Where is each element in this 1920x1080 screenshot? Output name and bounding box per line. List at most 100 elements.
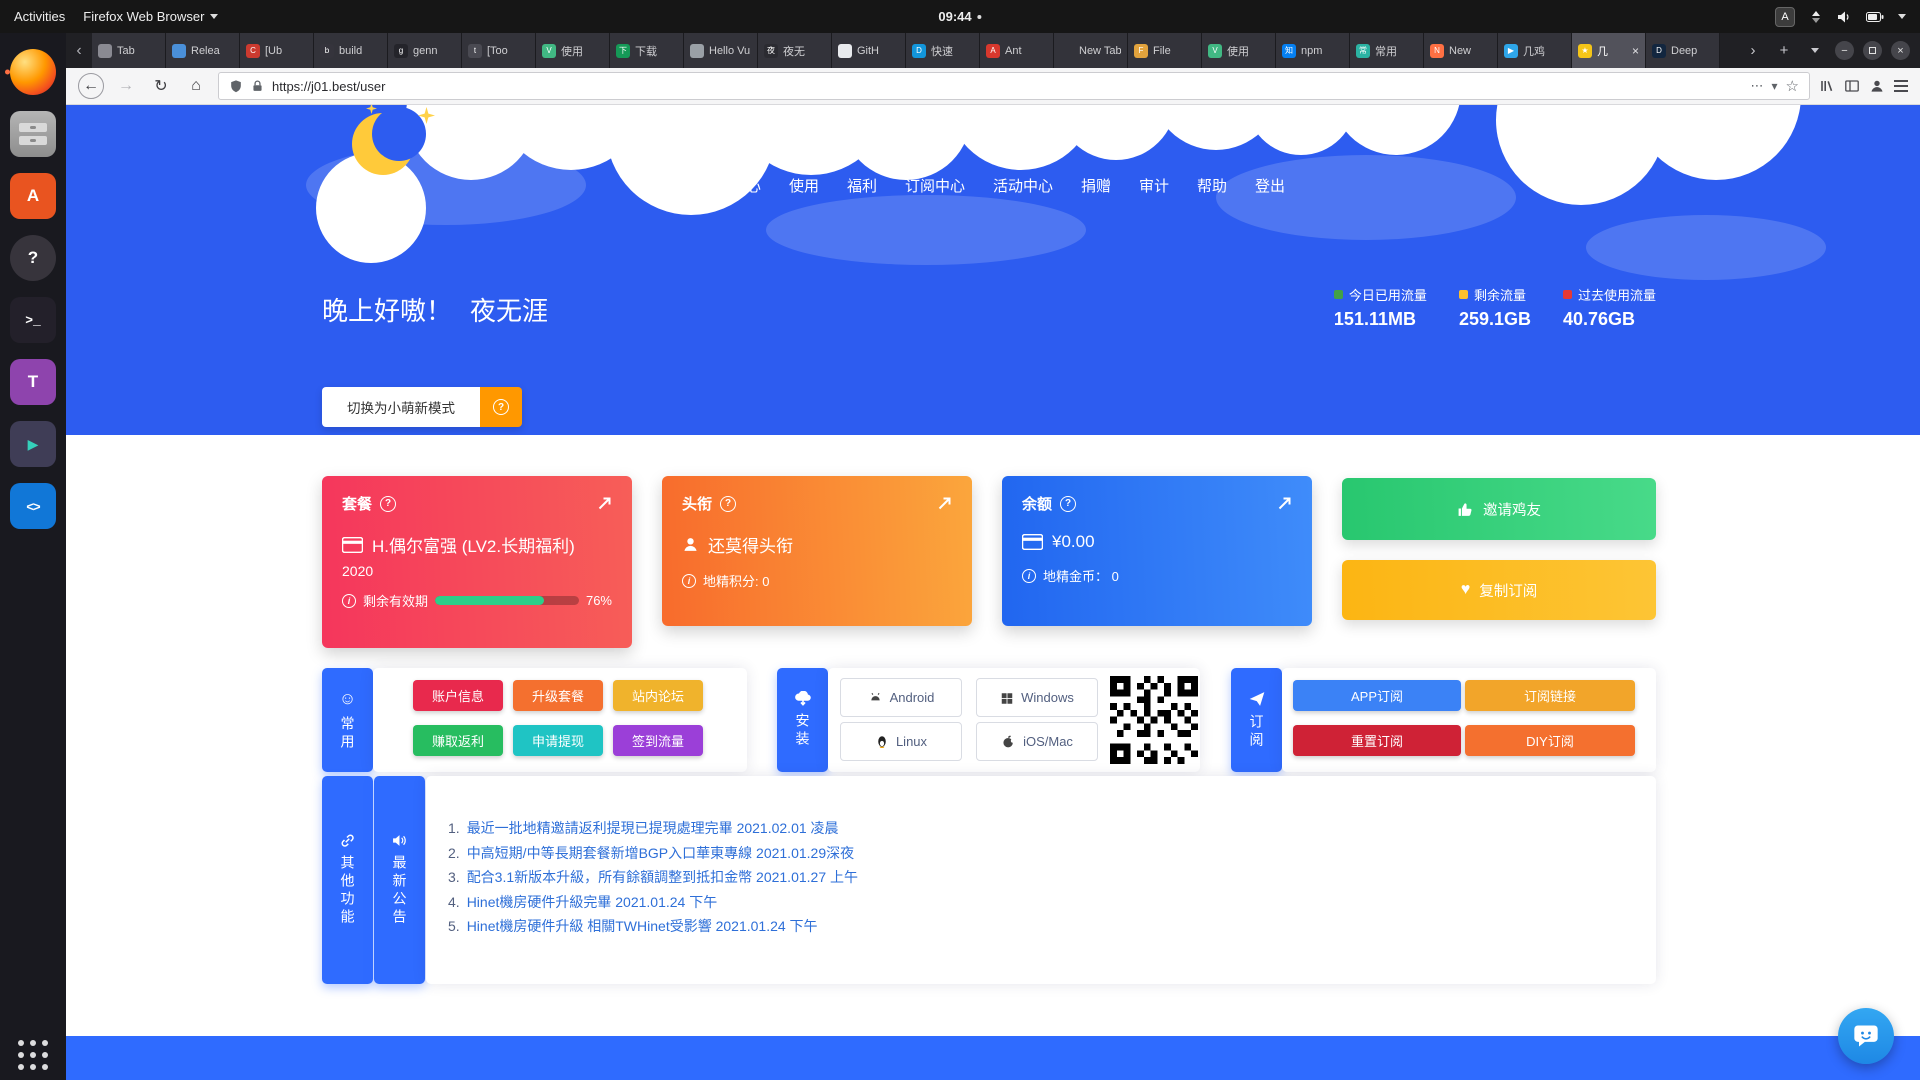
browser-tab[interactable]: t[Too <box>462 33 536 68</box>
withdraw-button[interactable]: 申请提现 <box>513 725 603 756</box>
browser-tab[interactable]: 下下载 <box>610 33 684 68</box>
scroll-tabs-left-icon[interactable]: ‹ <box>66 33 92 68</box>
browser-tab[interactable]: 常常用 <box>1350 33 1424 68</box>
invite-button[interactable]: 邀请鸡友 <box>1342 478 1656 540</box>
home-button[interactable]: ⌂ <box>183 73 209 99</box>
sidebar-icon[interactable] <box>1844 78 1860 94</box>
browser-tab-active[interactable]: ★几× <box>1572 33 1646 68</box>
clock-menu[interactable]: 09:44 <box>938 9 981 24</box>
windows-button[interactable]: Windows <box>976 678 1098 717</box>
new-tab-button[interactable]: + <box>1773 40 1795 62</box>
nav-activity-center[interactable]: 活动中心 <box>993 175 1053 196</box>
dock-text-editor[interactable]: T <box>5 351 61 413</box>
nav-help[interactable]: 帮助 <box>1197 175 1227 196</box>
show-applications-button[interactable] <box>18 1040 48 1070</box>
browser-tab[interactable]: ▶几鸡 <box>1498 33 1572 68</box>
subscribe-link-button[interactable]: 订阅链接 <box>1465 680 1635 711</box>
url-bar[interactable]: https://j01.best/user ⋯ ▾ ☆ <box>218 72 1810 100</box>
dock-vscode[interactable]: <> <box>5 475 61 537</box>
browser-tab[interactable]: V使用 <box>536 33 610 68</box>
dock-files[interactable] <box>5 103 61 165</box>
announcement-link[interactable]: 配合3.1新版本升級，所有餘額調整到抵扣金幣 2021.01.27 上午 <box>467 865 858 890</box>
question-icon[interactable]: ? <box>380 496 396 512</box>
browser-tab[interactable]: C[Ub <box>240 33 314 68</box>
browser-tab[interactable]: Hello Vu <box>684 33 758 68</box>
browser-tab[interactable]: GitH <box>832 33 906 68</box>
network-icon[interactable] <box>1809 10 1823 24</box>
window-maximize-button[interactable] <box>1863 41 1882 60</box>
linux-button[interactable]: Linux <box>840 722 962 761</box>
upgrade-plan-button[interactable]: 升级套餐 <box>513 680 603 711</box>
page-actions-icon[interactable]: ⋯ <box>1751 78 1764 94</box>
back-button[interactable]: ← <box>78 73 104 99</box>
android-button[interactable]: Android <box>840 678 962 717</box>
nav-logout[interactable]: 登出 <box>1255 175 1285 196</box>
chat-widget-button[interactable] <box>1838 1008 1894 1064</box>
menu-icon[interactable] <box>1894 80 1908 92</box>
earn-rebate-button[interactable]: 赚取返利 <box>413 725 503 756</box>
ios-mac-button[interactable]: iOS/Mac <box>976 722 1098 761</box>
browser-tab[interactable]: bbuild <box>314 33 388 68</box>
browser-tab[interactable]: FFile <box>1128 33 1202 68</box>
lock-icon[interactable] <box>251 79 264 93</box>
question-icon[interactable]: ? <box>1060 496 1076 512</box>
nav-audit[interactable]: 审计 <box>1139 175 1169 196</box>
share-icon[interactable] <box>937 496 952 511</box>
diy-subscribe-button[interactable]: DIY订阅 <box>1465 725 1635 756</box>
mode-switch-button[interactable]: 切换为小萌新模式 <box>322 387 480 427</box>
mode-help-button[interactable]: ? <box>480 387 522 427</box>
browser-tab[interactable]: Relea <box>166 33 240 68</box>
browser-tab[interactable]: 夜夜无 <box>758 33 832 68</box>
nav-user-center[interactable]: 用户中心 <box>701 175 761 196</box>
nav-usage[interactable]: 使用 <box>789 175 819 196</box>
share-icon[interactable] <box>1277 496 1292 511</box>
pocket-icon[interactable]: ▾ <box>1772 79 1778 93</box>
browser-tab[interactable]: V使用 <box>1202 33 1276 68</box>
list-all-tabs-icon[interactable] <box>1804 40 1826 62</box>
browser-tab[interactable]: AAnt <box>980 33 1054 68</box>
input-method-icon[interactable]: A <box>1775 7 1795 27</box>
announcement-link[interactable]: 中高短期/中等長期套餐新增BGP入口華東專線 2021.01.29深夜 <box>467 841 854 866</box>
browser-tab[interactable]: D快速 <box>906 33 980 68</box>
account-icon[interactable] <box>1869 78 1885 94</box>
browser-tab[interactable]: Tab <box>92 33 166 68</box>
app-subscribe-button[interactable]: APP订阅 <box>1293 680 1461 711</box>
question-icon[interactable]: ? <box>720 496 736 512</box>
tab-install[interactable]: 安装 <box>777 668 828 772</box>
forum-button[interactable]: 站内论坛 <box>613 680 703 711</box>
tab-common[interactable]: ☺ 常用 <box>322 668 373 772</box>
tab-subscribe[interactable]: 订阅 <box>1231 668 1282 772</box>
scroll-tabs-right-icon[interactable]: › <box>1742 40 1764 62</box>
account-info-button[interactable]: 账户信息 <box>413 680 503 711</box>
browser-tab[interactable]: NNew <box>1424 33 1498 68</box>
checkin-traffic-button[interactable]: 签到流量 <box>613 725 703 756</box>
tab-latest-news[interactable]: 最新公告 <box>374 776 425 984</box>
tab-close-icon[interactable]: × <box>1632 44 1639 58</box>
bookmark-star-icon[interactable]: ☆ <box>1786 77 1799 95</box>
nav-subscribe-center[interactable]: 订阅中心 <box>905 175 965 196</box>
shield-icon[interactable] <box>229 79 243 94</box>
share-icon[interactable] <box>597 496 612 511</box>
window-title-menu[interactable]: Firefox Web Browser <box>83 9 218 24</box>
reload-button[interactable]: ↻ <box>148 73 174 99</box>
window-close-button[interactable]: × <box>1891 41 1910 60</box>
forward-button[interactable]: → <box>113 73 139 99</box>
chevron-down-icon[interactable] <box>1898 14 1906 19</box>
browser-tab[interactable]: DDeep <box>1646 33 1720 68</box>
battery-icon[interactable] <box>1866 11 1884 23</box>
window-minimize-button[interactable]: − <box>1835 41 1854 60</box>
dock-help[interactable]: ? <box>5 227 61 289</box>
dock-firefox[interactable] <box>5 41 61 103</box>
reset-subscription-button[interactable]: 重置订阅 <box>1293 725 1461 756</box>
browser-tab[interactable]: New Tab <box>1054 33 1128 68</box>
library-icon[interactable] <box>1819 78 1835 94</box>
nav-donate[interactable]: 捐赠 <box>1081 175 1111 196</box>
announcement-link[interactable]: Hinet機房硬件升級 相關TWHinet受影響 2021.01.24 下午 <box>467 914 818 939</box>
announcement-link[interactable]: 最近一批地精邀請返利提現已提現處理完畢 2021.02.01 凌晨 <box>467 816 839 841</box>
volume-icon[interactable] <box>1837 10 1852 24</box>
url-text[interactable]: https://j01.best/user <box>272 79 1743 94</box>
tab-other-features[interactable]: 其他功能 <box>322 776 373 984</box>
dock-terminal[interactable]: >_ <box>5 289 61 351</box>
browser-tab[interactable]: 知npm <box>1276 33 1350 68</box>
nav-welfare[interactable]: 福利 <box>847 175 877 196</box>
